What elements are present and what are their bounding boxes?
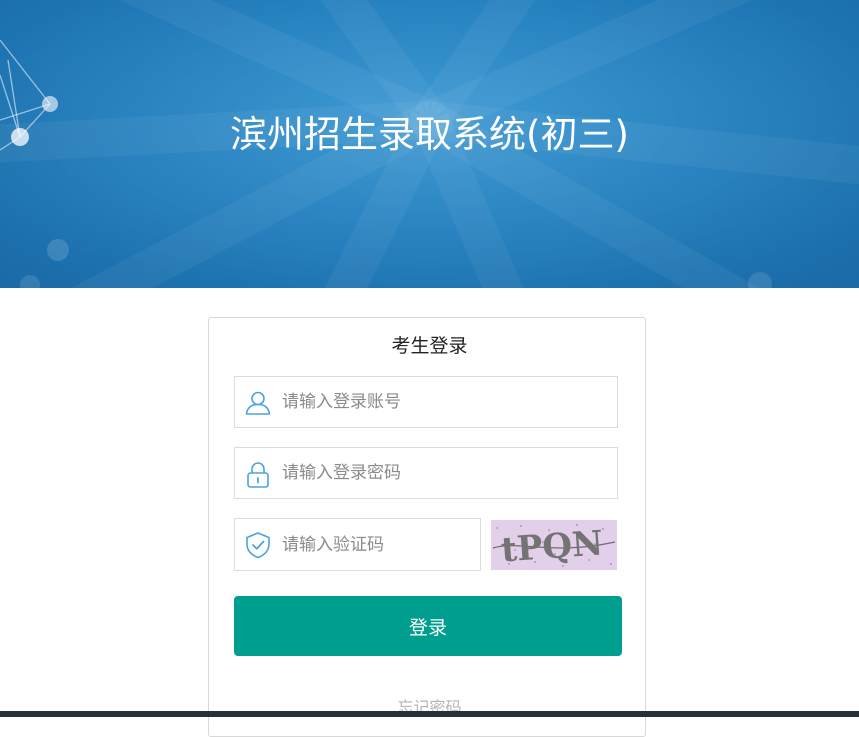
account-field[interactable]	[234, 376, 618, 428]
header-banner: 滨州招生录取系统(初三)	[0, 0, 859, 288]
captcha-field[interactable]	[234, 518, 481, 571]
captcha-text: tPQN	[500, 523, 605, 570]
login-button[interactable]: 登录	[234, 596, 622, 656]
footer-bar	[0, 711, 859, 717]
user-icon	[244, 389, 272, 417]
captcha-input[interactable]	[282, 519, 472, 570]
password-input[interactable]	[282, 448, 602, 498]
lock-icon	[244, 460, 272, 488]
login-title: 考生登录	[391, 335, 468, 357]
account-input[interactable]	[282, 377, 602, 427]
password-field[interactable]	[234, 447, 618, 499]
page-title: 滨州招生录取系统(初三)	[230, 113, 629, 156]
shield-check-icon	[244, 531, 272, 559]
captcha-image[interactable]: tPQN	[491, 520, 617, 570]
